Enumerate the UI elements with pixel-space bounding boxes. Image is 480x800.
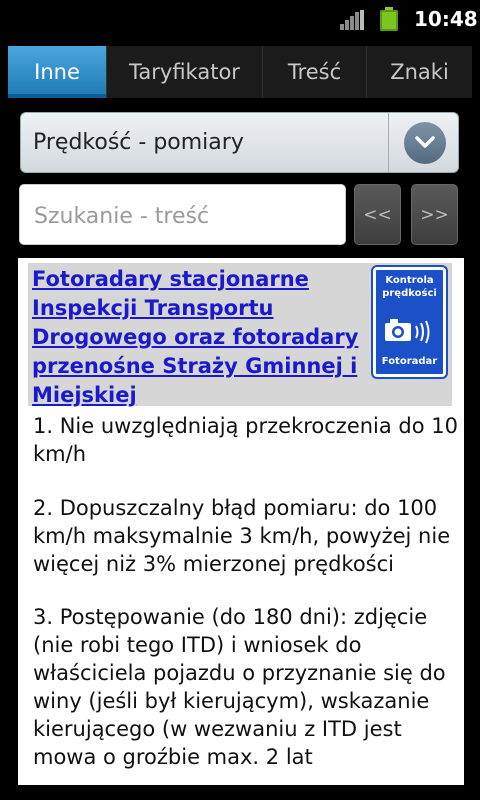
article-paragraph-2: 2. Dopuszczalny błąd pomiaru: do 100 km/… bbox=[33, 496, 451, 576]
prev-result-button[interactable]: << bbox=[354, 184, 401, 245]
status-time: 10:48 bbox=[414, 7, 478, 31]
tab-inne[interactable]: Inne bbox=[8, 46, 106, 98]
sign-text-top: Kontrola prędkości bbox=[382, 275, 437, 299]
tab-bar: Inne Taryfikator Treść Znaki bbox=[8, 46, 472, 98]
camera-icon bbox=[385, 319, 430, 344]
category-dropdown[interactable]: Prędkość - pomiary bbox=[20, 112, 459, 173]
search-box[interactable] bbox=[19, 184, 346, 245]
article-content: Fotoradary stacjonarne Inspekcji Transpo… bbox=[18, 258, 464, 785]
category-selected-value: Prędkość - pomiary bbox=[33, 130, 244, 155]
signal-icon bbox=[340, 10, 364, 30]
article-header: Fotoradary stacjonarne Inspekcji Transpo… bbox=[28, 263, 452, 407]
dropdown-divider bbox=[388, 113, 389, 172]
chevron-down-icon[interactable] bbox=[404, 122, 446, 164]
tab-taryfikator[interactable]: Taryfikator bbox=[106, 46, 262, 98]
status-bar: 10:48 bbox=[0, 0, 480, 38]
article-title-link[interactable]: Fotoradary stacjonarne Inspekcji Transpo… bbox=[32, 265, 362, 410]
article-paragraph-3: 3. Postępowanie (do 180 dni): zdjęcie (n… bbox=[33, 605, 446, 769]
tab-znaki[interactable]: Znaki bbox=[366, 46, 472, 98]
battery-icon bbox=[380, 7, 398, 31]
sign-text-bottom: Fotoradar bbox=[381, 356, 438, 367]
next-result-button[interactable]: >> bbox=[411, 184, 458, 245]
search-input[interactable] bbox=[32, 199, 336, 233]
tab-tresc[interactable]: Treść bbox=[262, 46, 366, 98]
article-paragraph-1: 1. Nie uwzględniają przekroczenia do 10 … bbox=[33, 414, 459, 466]
speed-camera-sign-icon: Kontrola prędkości Fotoradar bbox=[371, 265, 448, 379]
